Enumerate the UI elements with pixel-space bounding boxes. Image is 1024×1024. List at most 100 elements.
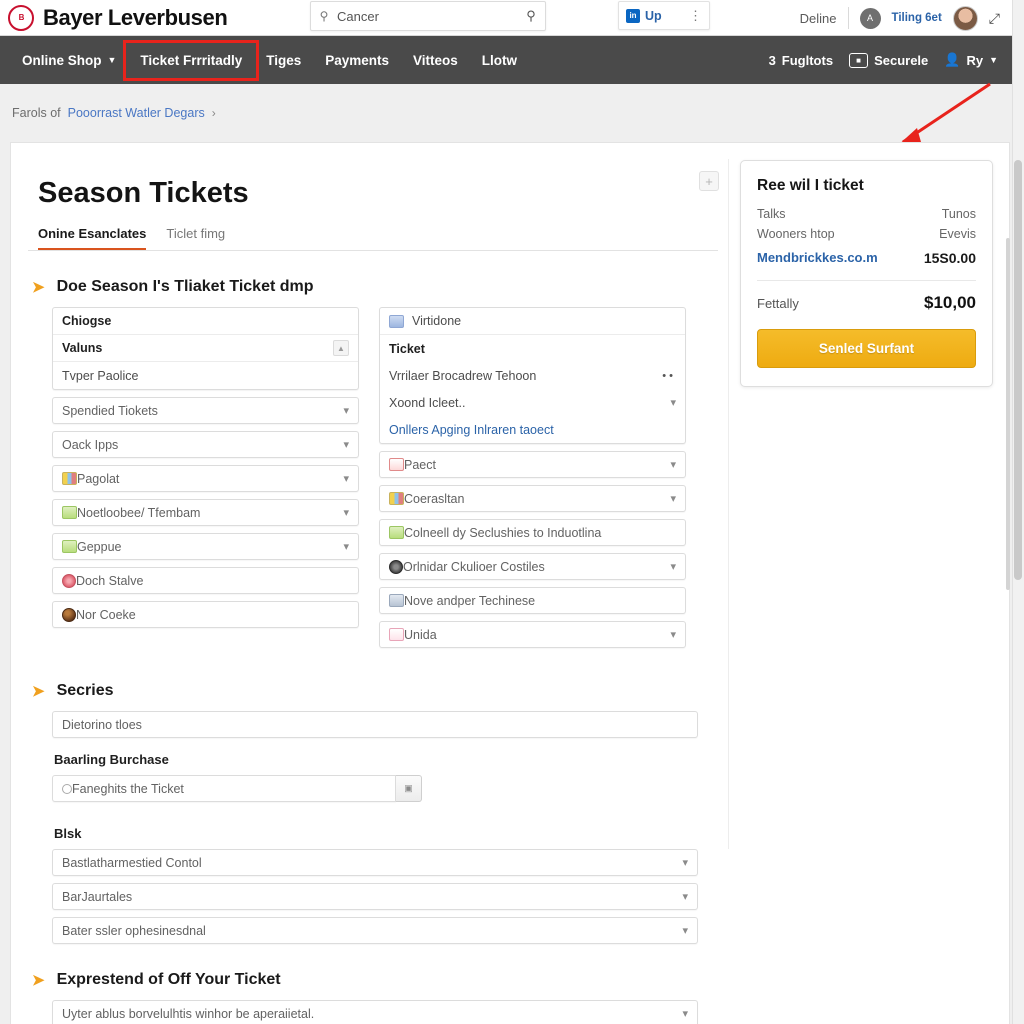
nav-user-menu[interactable]: 👤 Ry ▼ — [944, 52, 998, 68]
green-thumb-icon — [62, 506, 77, 519]
nav-item-tiges[interactable]: Tiges — [254, 45, 313, 76]
search-icon: ⚲ — [319, 9, 329, 23]
search-bar[interactable]: ⚲ ⚲ — [310, 1, 546, 31]
risk-field-3[interactable]: Bater ssler ophesinesdnal ▾ — [52, 917, 698, 944]
field-spendied-tickets[interactable]: Spendied Tiokets ▾ — [52, 397, 359, 424]
form-column-right: Virtidone Ticket Vrrilaer Brocadrew Teho… — [379, 307, 686, 655]
field-label: Oack Ipps — [62, 437, 119, 452]
field-label: Orlnidar Ckulioer Costiles — [403, 559, 545, 574]
main-nav: Online Shop ▼ Ticket Frrritadly Tiges Pa… — [0, 36, 1012, 84]
field-nor-coeke[interactable]: Nor Coeke — [52, 601, 359, 628]
field-doch-stalve[interactable]: Doch Stalve — [52, 567, 359, 594]
header-divider — [847, 7, 849, 29]
field-label: BarJaurtales — [62, 889, 133, 904]
panel-line: Xoond Icleet.. — [389, 395, 466, 410]
inner-scrollbar-thumb[interactable] — [1006, 238, 1010, 590]
chevron-down-icon: ▾ — [343, 541, 349, 553]
field-paect[interactable]: Paect ▾ — [379, 451, 686, 478]
chevron-down-icon: ▾ — [670, 459, 676, 471]
radio-field-group: Faneghits the Ticket ▣ — [52, 775, 422, 802]
share-icon[interactable]: ⤢ — [989, 10, 1000, 27]
risk-field-1[interactable]: Bastlatharmestied Contol ▾ — [52, 849, 698, 876]
radio-icon[interactable] — [62, 783, 72, 794]
person-icon: 👤 — [944, 52, 961, 67]
caret-right-icon: ➤ — [32, 972, 45, 989]
content-left-region: Season Tickets Onine Esanclates Ticlet f… — [28, 157, 734, 1024]
submit-order-button[interactable]: Senled Surfant — [757, 329, 976, 368]
group-row-values[interactable]: Valuns ▲ — [53, 335, 358, 362]
multi-swatch-icon — [389, 492, 404, 505]
kebab-menu-icon[interactable]: ⋮ — [689, 8, 702, 24]
page-scrollbar-thumb[interactable] — [1014, 160, 1022, 580]
panel-link[interactable]: Onllers Apging Inlraren taoect — [389, 423, 554, 437]
search-submit-button[interactable]: ⚲ — [517, 2, 545, 30]
summary-title: Ree wil I ticket — [757, 177, 864, 194]
summary-divider — [757, 280, 976, 281]
panel-header-label: Virtidone — [412, 314, 462, 328]
dark-circle-icon — [389, 559, 403, 574]
field-orlnidar[interactable]: Orlnidar Ckulioer Costiles ▾ — [379, 553, 686, 580]
tab-online-essentials[interactable]: Onine Esanclates — [38, 226, 147, 250]
field-geppue[interactable]: Geppue ▾ — [52, 533, 359, 560]
field-label: Noetloobee/ Tfembam — [77, 505, 201, 520]
nav-item-vitteos[interactable]: Vitteos — [401, 45, 470, 76]
group-box: Chiogse Valuns ▲ Tvper Paolice — [52, 307, 359, 390]
green-thumb-icon — [62, 540, 77, 553]
series-input-placeholder: Dietorino tloes — [62, 717, 142, 732]
decline-link[interactable]: Deline — [800, 11, 837, 26]
ticket-panel-header[interactable]: Virtidone — [380, 308, 685, 335]
nav-flights[interactable]: 3 Fugltots — [769, 53, 834, 68]
red-doc-icon — [389, 458, 404, 471]
radio-field[interactable]: Faneghits the Ticket — [52, 775, 396, 802]
picker-icon[interactable]: ▣ — [396, 775, 422, 802]
series-input[interactable]: Dietorino tloes — [52, 711, 698, 738]
summary-key: Talks — [757, 207, 786, 221]
nav-item-ticket-friendly[interactable]: Ticket Frrritadly — [123, 39, 260, 81]
breadcrumb-link[interactable]: Pooorrast Watler Degars — [68, 106, 205, 120]
group-row-choose[interactable]: Chiogse — [53, 308, 358, 335]
summary-row: Talks Tunos — [757, 207, 976, 221]
page-scrollbar-track[interactable] — [1012, 0, 1024, 1024]
tab-ticket-timing[interactable]: Ticlet fimg — [166, 226, 225, 250]
total-value: $10,00 — [924, 293, 976, 312]
chevron-down-icon: ▼ — [107, 55, 117, 65]
group-row-type[interactable]: Tvper Paolice — [53, 362, 358, 389]
nav-item-llotw[interactable]: Llotw — [470, 45, 529, 76]
field-pagolat[interactable]: Pagolat ▾ — [52, 465, 359, 492]
summary-link[interactable]: Mendbrickkes.co.m — [757, 250, 878, 266]
chevron-down-icon: ▾ — [670, 561, 676, 573]
summary-link-row[interactable]: Mendbrickkes.co.m 15S0.00 — [757, 250, 976, 266]
brand[interactable]: B Bayer Leverbusen — [0, 4, 228, 31]
ticket-panel-line2: Xoond Icleet.. ▾ — [380, 389, 685, 416]
form-column-left: Chiogse Valuns ▲ Tvper Paolice Spendied … — [52, 307, 359, 655]
chevron-down-icon[interactable]: ▾ — [670, 396, 676, 409]
expend-field[interactable]: Uyter ablus borvelulhtis winhor be apera… — [52, 1000, 698, 1024]
avatar-initial[interactable]: A — [859, 7, 881, 29]
field-coerasltan[interactable]: Coerasltan ▾ — [379, 485, 686, 512]
avatar[interactable] — [952, 5, 978, 31]
field-nove-andper[interactable]: Nove andper Techinese — [379, 587, 686, 614]
dots-icon[interactable]: •• — [662, 370, 676, 382]
flights-count: 3 — [768, 52, 776, 68]
account-link[interactable]: Tiling 6et — [892, 12, 942, 24]
nav-item-online-shop[interactable]: Online Shop ▼ — [10, 45, 128, 76]
caret-right-icon: ➤ — [32, 683, 45, 700]
field-unida[interactable]: Unida ▾ — [379, 621, 686, 648]
nav-secure[interactable]: ■ Securele — [849, 52, 928, 68]
brown-circle-icon — [62, 607, 76, 622]
nav-label: Payments — [325, 52, 390, 68]
nav-right-group: 3 Fugltots ■ Securele 👤 Ry ▼ — [769, 52, 1012, 68]
search-input[interactable] — [337, 8, 517, 24]
field-colneelldy[interactable]: Colneell dy Seclushies to Induotlina — [379, 519, 686, 546]
summary-amount: 15S0.00 — [923, 250, 976, 266]
risk-field-2[interactable]: BarJaurtales ▾ — [52, 883, 698, 910]
chevron-down-icon: ▾ — [343, 473, 349, 485]
nav-item-payments[interactable]: Payments — [313, 45, 401, 76]
green-thumb-icon — [389, 526, 404, 539]
field-noetloobee[interactable]: Noetloobee/ Tfembam ▾ — [52, 499, 359, 526]
up-widget[interactable]: in Up ⋮ — [618, 1, 710, 30]
ticket-panel-link-row[interactable]: Onllers Apging Inlraren taoect — [380, 416, 685, 443]
field-oack-ipps[interactable]: Oack Ipps ▾ — [52, 431, 359, 458]
two-column-form: Chiogse Valuns ▲ Tvper Paolice Spendied … — [28, 307, 734, 655]
caret-up-icon[interactable]: ▲ — [333, 340, 349, 356]
